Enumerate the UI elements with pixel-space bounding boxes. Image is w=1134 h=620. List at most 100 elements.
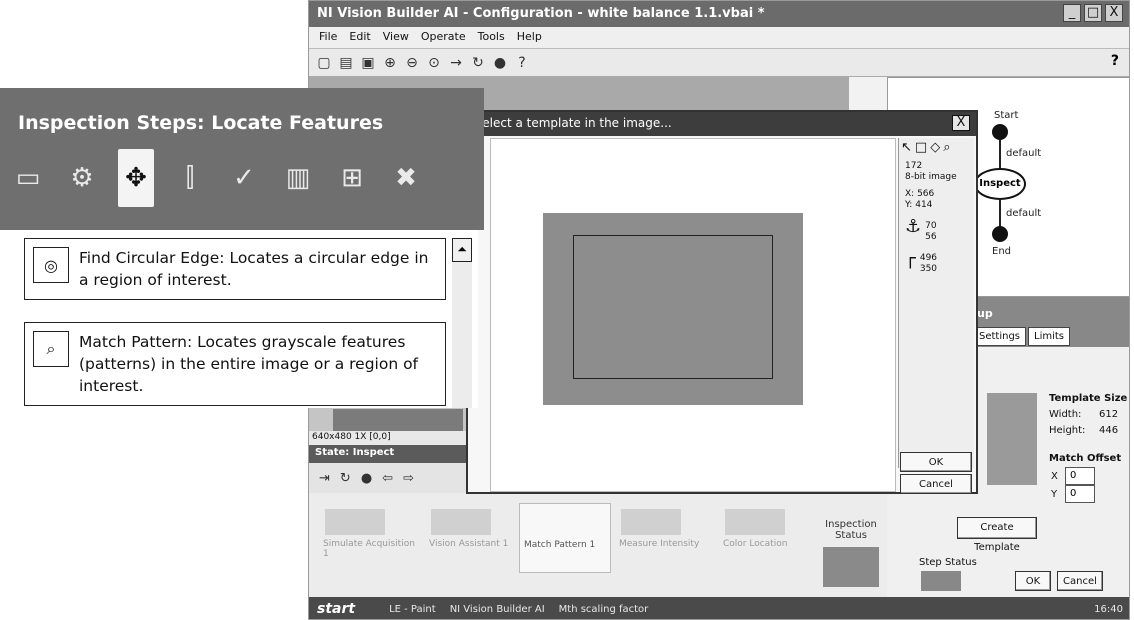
save-icon[interactable]: ▣ [361, 55, 375, 71]
tab-settings[interactable]: Settings [973, 327, 1027, 346]
width-label: Width: [1049, 409, 1082, 420]
state-bar: State: Inspect [309, 445, 469, 463]
create-template-button[interactable]: Create Template [957, 517, 1037, 553]
list-item-text: Find Circular Edge: Locates a circular e… [79, 249, 429, 289]
menu-bar: File Edit View Operate Tools Help [309, 27, 1129, 49]
inspection-status-label: Inspection Status [825, 519, 877, 541]
cursor-y-label: Y: [905, 200, 913, 210]
context-help-button[interactable]: ? [1111, 53, 1119, 69]
flow-start-node[interactable] [992, 124, 1008, 140]
step-item[interactable]: Vision Assistant 1 [425, 503, 515, 573]
step-icon[interactable]: ⇥ [319, 471, 330, 486]
pointer-tool-icon[interactable]: ↖ [901, 140, 912, 155]
close-button[interactable]: X [1105, 4, 1123, 22]
zoom-out-icon[interactable]: ⊖ [405, 55, 419, 71]
taskbar-item[interactable]: NI Vision Builder AI [450, 604, 545, 615]
palette-tabs: ▭ ⚙ ✥ ⫿ ✓ ▥ ⊞ ✖ [10, 149, 480, 207]
offset-x-input[interactable]: 0 [1065, 467, 1095, 485]
menu-view[interactable]: View [383, 30, 409, 45]
taskbar-item[interactable]: Mth scaling factor [559, 604, 649, 615]
tab-limits[interactable]: Limits [1028, 327, 1071, 346]
flow-default-label: default [1006, 208, 1042, 219]
minimize-button[interactable]: _ [1063, 4, 1081, 22]
step-item[interactable]: Simulate Acquisition 1 [319, 503, 419, 573]
identify-icon[interactable]: ▥ [280, 163, 316, 193]
image-display[interactable] [543, 213, 803, 405]
image-type: 8-bit image [905, 172, 957, 182]
menu-help[interactable]: Help [517, 30, 542, 45]
acquire-icon[interactable]: ▭ [10, 163, 46, 193]
step-label: Vision Assistant 1 [429, 539, 509, 549]
palette-title: Inspection Steps: Locate Features [18, 112, 384, 134]
menu-operate[interactable]: Operate [421, 30, 466, 45]
communicate-icon[interactable]: ⊞ [334, 163, 370, 193]
taskbar: start LE - Paint NI Vision Builder AI Mt… [309, 597, 1129, 619]
check-icon[interactable]: ✓ [226, 163, 262, 193]
step-item[interactable]: Measure Intensity [615, 503, 715, 573]
image-canvas[interactable] [490, 138, 896, 492]
dialog-cancel-button[interactable]: Cancel [900, 474, 972, 494]
roi-tools: ↖ □ ◇ ⌕ [899, 138, 974, 157]
setup-ok-button[interactable]: OK [1015, 571, 1051, 591]
image-bar [333, 409, 463, 431]
flow-end-node[interactable] [992, 226, 1008, 242]
template-preview [987, 393, 1037, 485]
dialog-sidebar: ↖ □ ◇ ⌕ 172 8-bit image X: 566 Y: 414 ⚓ … [898, 138, 974, 468]
list-item-text: Match Pattern: Locates grayscale feature… [79, 333, 419, 395]
size-height: 350 [919, 264, 938, 274]
select-template-dialog: select a template in the image... X ↖ □ … [466, 110, 978, 494]
zoom-tool-icon[interactable]: ⌕ [943, 140, 950, 155]
cursor-x: X: 566 [905, 189, 968, 200]
enhance-icon[interactable]: ⚙ [64, 163, 100, 193]
image-info: 640x480 1X [0,0] [309, 431, 469, 445]
run-icon[interactable]: ↻ [340, 471, 351, 486]
left-arrow-icon[interactable]: ⇦ [382, 471, 393, 486]
tools-icon[interactable]: ✖ [388, 163, 424, 193]
dialog-ok-button[interactable]: OK [900, 452, 972, 472]
list-item-find-circular-edge[interactable]: ◎ Find Circular Edge: Locates a circular… [24, 238, 446, 300]
template-selection-rect[interactable] [573, 235, 773, 379]
match-pattern-icon: ⌕ [33, 331, 69, 367]
step-item[interactable]: Color Location [719, 503, 809, 573]
flow-inspect-node[interactable]: Inspect [974, 168, 1026, 200]
cursor-y-value: 414 [915, 200, 933, 210]
pixel-value: 172 [905, 161, 923, 171]
new-icon[interactable]: ▢ [317, 55, 331, 71]
dialog-close-button[interactable]: X [952, 115, 970, 131]
help-icon[interactable]: ? [515, 55, 529, 71]
setup-cancel-button[interactable]: Cancel [1057, 571, 1103, 591]
flow-default-label: default [1006, 148, 1042, 159]
list-item-match-pattern[interactable]: ⌕ Match Pattern: Locates grayscale featu… [24, 322, 446, 406]
locate-icon[interactable]: ✥ [118, 149, 154, 207]
offset-y-input[interactable]: 0 [1065, 485, 1095, 503]
stop-icon[interactable]: ● [361, 471, 372, 486]
cursor-x-label: X: [905, 189, 915, 199]
run-icon[interactable]: ↻ [471, 55, 485, 71]
taskbar-item[interactable]: LE - Paint [389, 604, 436, 615]
step-icon[interactable]: → [449, 55, 463, 71]
size-width: 496 [919, 253, 938, 263]
zoom-in-icon[interactable]: ⊕ [383, 55, 397, 71]
scroll-up-button[interactable]: ⏶ [452, 238, 472, 262]
stop-icon[interactable]: ● [493, 55, 507, 71]
maximize-button[interactable]: □ [1084, 4, 1102, 22]
rectangle-tool-icon[interactable]: □ [915, 140, 927, 155]
anchor-info: ⚓ 70 56 [905, 218, 968, 243]
scrollbar-track[interactable] [452, 262, 472, 408]
open-icon[interactable]: ▤ [339, 55, 353, 71]
window-controls: _ □ X [1063, 4, 1123, 22]
size-corner-icon: ┌ [905, 248, 916, 269]
step-item-selected[interactable]: Match Pattern 1 [519, 503, 611, 573]
start-button[interactable]: start [317, 601, 355, 617]
offset-x-label: X [1051, 471, 1058, 482]
right-arrow-icon[interactable]: ⇨ [403, 471, 414, 486]
menu-file[interactable]: File [319, 30, 337, 45]
rotated-rect-tool-icon[interactable]: ◇ [930, 140, 940, 155]
measure-icon[interactable]: ⫿ [172, 163, 208, 194]
zoom-fit-icon[interactable]: ⊙ [427, 55, 441, 71]
toolbar: ▢ ▤ ▣ ⊕ ⊖ ⊙ → ↻ ● ? [309, 49, 1129, 77]
menu-tools[interactable]: Tools [478, 30, 505, 45]
step-label: Measure Intensity [619, 539, 700, 549]
menu-edit[interactable]: Edit [349, 30, 370, 45]
dialog-title: select a template in the image... [468, 112, 976, 136]
